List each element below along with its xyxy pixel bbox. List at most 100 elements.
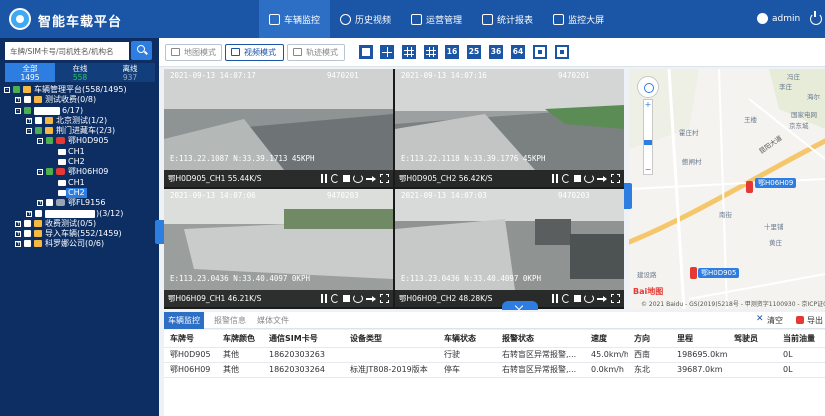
tree-vehicle[interactable]: + 鄂FL9156: [0, 198, 159, 208]
arrow-right-icon[interactable]: [597, 294, 608, 303]
tree-node[interactable]: + 收费测试(0/5): [0, 219, 159, 229]
video-panel-collapse-handle[interactable]: [502, 301, 538, 310]
vehicle-marker-label[interactable]: 鄂H0D905: [698, 268, 740, 278]
tree-vehicle[interactable]: - 鄂H06H09: [0, 167, 159, 177]
fullscreen-icon[interactable]: [611, 174, 620, 183]
column-header[interactable]: 车牌号: [164, 330, 217, 348]
expand-icon[interactable]: +: [37, 200, 43, 207]
tree-node[interactable]: - 车辆管理平台(558/1495): [0, 85, 159, 95]
map-pan-control[interactable]: [637, 76, 659, 98]
reload-icon[interactable]: [562, 294, 570, 303]
layout-12-button[interactable]: [424, 45, 438, 59]
tree-channel[interactable]: CH1: [0, 178, 159, 188]
reload-icon[interactable]: [562, 174, 570, 183]
map-zoom-control[interactable]: + −: [643, 99, 653, 175]
video-tile[interactable]: 2021-09-13 14:07:17 9470201 E:113.22.108…: [164, 69, 393, 187]
snapshot-icon[interactable]: [353, 174, 363, 183]
expand-icon[interactable]: +: [15, 220, 21, 227]
stop-icon[interactable]: [342, 294, 350, 303]
stop-icon[interactable]: [573, 174, 581, 183]
column-header[interactable]: 报警状态: [496, 330, 585, 348]
tree-node[interactable]: + )(3/12): [0, 209, 159, 219]
user-menu[interactable]: admin: [757, 13, 800, 24]
tree-vehicle[interactable]: - 鄂H0D905: [0, 136, 159, 146]
reload-icon[interactable]: [331, 174, 339, 183]
collapse-icon[interactable]: -: [15, 107, 21, 114]
pause-icon[interactable]: [551, 174, 559, 183]
arrow-right-icon[interactable]: [366, 174, 377, 183]
tab-media-files[interactable]: 媒体文件: [253, 312, 293, 329]
expand-icon[interactable]: +: [15, 97, 21, 104]
checkbox[interactable]: [35, 127, 42, 135]
layout-64-button[interactable]: 64: [511, 45, 525, 59]
layout-4-button[interactable]: [380, 45, 394, 59]
filter-tab-all[interactable]: 全部 1495: [5, 63, 55, 82]
video-tile[interactable]: 2021-09-13 14:07:16 9470201 E:113.22.111…: [395, 69, 624, 187]
sidebar-collapse-handle[interactable]: [155, 220, 164, 244]
video-mode-button[interactable]: 视频模式: [225, 44, 284, 61]
logout-power-icon[interactable]: [810, 11, 822, 25]
layout-1-button[interactable]: [359, 45, 373, 59]
pause-icon[interactable]: [551, 294, 559, 303]
column-header[interactable]: 当前油量: [777, 330, 825, 348]
filter-tab-online[interactable]: 在线 558: [55, 63, 105, 82]
map-panel[interactable]: 冯庄 李庄 海尔 国家电网 京东城 王楼 霍庄村 鲍闸村 十里铺 黄庄 南街 建…: [629, 69, 825, 309]
expand-icon[interactable]: +: [26, 210, 32, 217]
pause-icon[interactable]: [320, 294, 328, 303]
checkbox[interactable]: [13, 86, 20, 93]
vehicle-marker-label[interactable]: 鄂H06H09: [755, 178, 797, 188]
checkbox[interactable]: [24, 240, 31, 248]
nav-operations[interactable]: 运营管理: [401, 0, 472, 38]
fullscreen-icon[interactable]: [380, 174, 389, 183]
expand-icon[interactable]: +: [26, 117, 32, 124]
column-header[interactable]: 里程: [671, 330, 728, 348]
tab-vehicle-monitor[interactable]: 车辆监控: [164, 312, 204, 329]
track-mode-button[interactable]: 轨迹模式: [287, 44, 345, 61]
clear-button[interactable]: 清空: [756, 314, 783, 326]
map-mode-button[interactable]: 地图模式: [165, 44, 222, 61]
fullscreen-icon[interactable]: [555, 45, 569, 59]
arrow-right-icon[interactable]: [597, 174, 608, 183]
checkbox[interactable]: [35, 116, 42, 124]
checkbox[interactable]: [46, 137, 53, 145]
vehicle-marker-icon[interactable]: [746, 181, 753, 193]
snapshot-icon[interactable]: [353, 294, 363, 303]
zoom-out-icon[interactable]: −: [644, 165, 652, 174]
table-row[interactable]: 鄂H0D905 其他 18620303263 行驶 右转盲区异常报警,... 4…: [164, 347, 825, 363]
stop-icon[interactable]: [342, 174, 350, 183]
column-header[interactable]: 速度: [585, 330, 628, 348]
stop-icon[interactable]: [573, 294, 581, 303]
layout-16-button[interactable]: 16: [445, 45, 459, 59]
tree-node[interactable]: + 导入车辆(552/1459): [0, 229, 159, 239]
collapse-icon[interactable]: -: [26, 128, 32, 135]
video-tile[interactable]: 2021-09-13 14:07:06 9470203 E:113.23.043…: [164, 189, 393, 307]
nav-history-video[interactable]: 历史视频: [330, 0, 401, 38]
arrow-right-icon[interactable]: [366, 294, 377, 303]
export-button[interactable]: 导出: [796, 315, 823, 326]
nav-vehicle-monitor[interactable]: 车辆监控: [259, 0, 331, 38]
tree-node[interactable]: + 测试收费(0/8): [0, 95, 159, 105]
layout-9-button[interactable]: [402, 45, 416, 59]
layout-36-button[interactable]: 36: [489, 45, 503, 59]
filter-tab-offline[interactable]: 离线 937: [105, 63, 155, 82]
expand-icon[interactable]: +: [15, 241, 21, 248]
pause-icon[interactable]: [320, 174, 328, 183]
vehicle-marker-icon[interactable]: [690, 267, 697, 279]
layout-25-button[interactable]: 25: [467, 45, 481, 59]
zoom-in-icon[interactable]: +: [644, 100, 652, 109]
checkbox[interactable]: [24, 230, 31, 238]
checkbox[interactable]: [46, 168, 53, 176]
fullscreen-icon[interactable]: [611, 294, 620, 303]
column-header[interactable]: 驾驶员: [728, 330, 777, 348]
tree-node[interactable]: + 北京测试(1/2): [0, 116, 159, 126]
tree-node[interactable]: + 科罗娜公司(0/6): [0, 239, 159, 249]
fullscreen-icon[interactable]: [380, 294, 389, 303]
checkbox[interactable]: [24, 106, 31, 114]
zoom-slider-handle[interactable]: [644, 140, 652, 145]
search-input[interactable]: 车牌/SIM卡号/司机姓名/机构名: [5, 42, 129, 60]
column-header[interactable]: 车辆状态: [438, 330, 496, 348]
checkbox[interactable]: [24, 96, 31, 104]
expand-icon[interactable]: +: [15, 231, 21, 238]
checkbox[interactable]: [46, 199, 53, 207]
tree-channel[interactable]: CH1: [0, 147, 159, 157]
